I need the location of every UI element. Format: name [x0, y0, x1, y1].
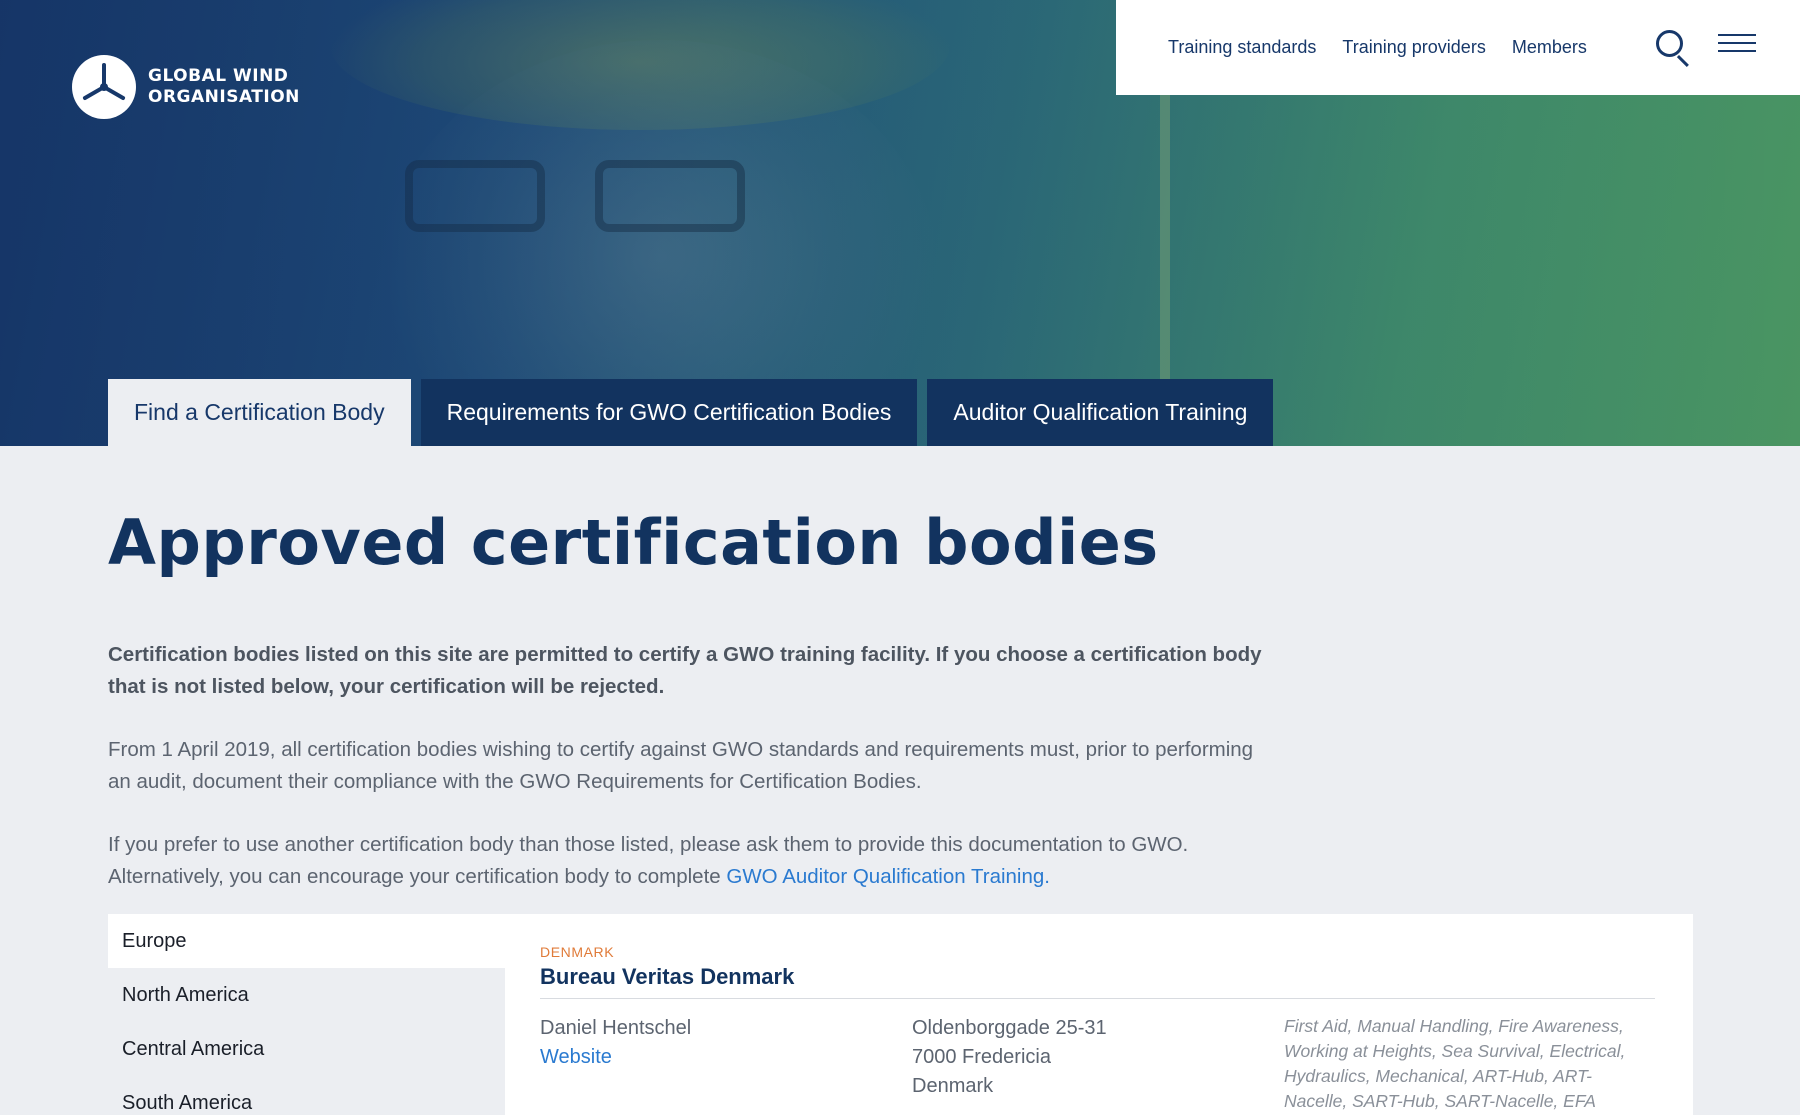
main-content: Approved certification bodies Certificat… [108, 446, 1708, 893]
page-title: Approved certification bodies [108, 506, 1159, 579]
logo-line-1: GLOBAL WIND [148, 66, 289, 86]
entry-contact-name: Daniel Hentschel [540, 1017, 692, 1039]
tab-auditor-training[interactable]: Auditor Qualification Training [927, 379, 1274, 446]
region-south-america[interactable]: South America [108, 1076, 505, 1115]
entry-name: Bureau Veritas Denmark [540, 964, 1655, 999]
entry-address-country: Denmark [912, 1075, 994, 1097]
region-list: Europe North America Central America Sou… [108, 914, 505, 1115]
tab-requirements[interactable]: Requirements for GWO Certification Bodie… [420, 379, 918, 446]
lead-paragraph: Certification bodies listed on this site… [108, 643, 1262, 698]
entry-country: DENMARK [540, 944, 615, 960]
certification-body-directory: Europe North America Central America Sou… [108, 914, 1693, 1115]
entry-address-street: Oldenborggade 25-31 [912, 1017, 1107, 1039]
nav-training-standards[interactable]: Training standards [1168, 37, 1316, 58]
alternative-paragraph: If you prefer to use another certificati… [108, 829, 1268, 893]
nav-training-providers[interactable]: Training providers [1342, 37, 1485, 58]
site-logo[interactable]: GLOBAL WIND ORGANISATION [72, 55, 300, 119]
region-europe[interactable]: Europe [108, 914, 505, 968]
auditor-training-link[interactable]: GWO Auditor Qualification Training. [726, 865, 1050, 888]
search-icon[interactable] [1656, 30, 1692, 68]
certification-body-entry: DENMARK Bureau Veritas Denmark Daniel He… [540, 944, 1655, 1115]
entry-website-link[interactable]: Website [540, 1046, 612, 1068]
region-north-america[interactable]: North America [108, 968, 505, 1022]
entry-contact-column: Daniel Hentschel Website [540, 1014, 691, 1072]
nav-members[interactable]: Members [1512, 37, 1587, 58]
tab-find-certification-body[interactable]: Find a Certification Body [108, 379, 411, 446]
logo-line-2: ORGANISATION [148, 87, 300, 107]
entry-modules: First Aid, Manual Handling, Fire Awarene… [1284, 1016, 1626, 1111]
top-navigation: Training standards Training providers Me… [1116, 0, 1800, 95]
entry-address: Oldenborggade 25-31 7000 Fredericia Denm… [912, 1014, 1107, 1101]
section-tabs: Find a Certification Body Requirements f… [108, 379, 1274, 446]
entry-details: Daniel Hentschel Website Oldenborggade 2… [540, 1014, 1655, 1115]
compliance-paragraph: From 1 April 2019, all certification bod… [108, 738, 1254, 793]
hero-banner: GLOBAL WIND ORGANISATION Training standa… [0, 0, 1800, 446]
logo-text: GLOBAL WIND ORGANISATION [148, 66, 300, 108]
entry-address-city: 7000 Fredericia [912, 1046, 1051, 1068]
region-central-america[interactable]: Central America [108, 1022, 505, 1076]
wind-turbine-icon [72, 55, 136, 119]
hamburger-menu-icon[interactable] [1718, 34, 1756, 54]
